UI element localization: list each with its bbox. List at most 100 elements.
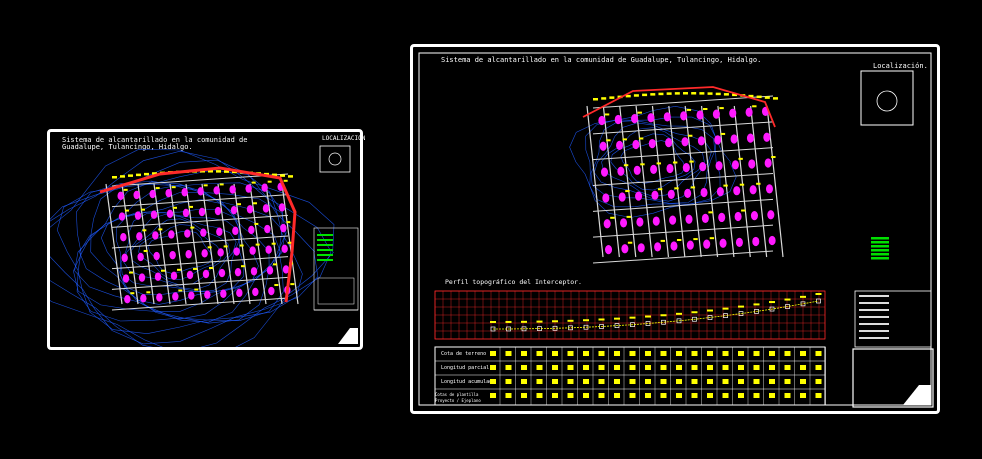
- profile-label: [614, 317, 620, 320]
- profile-table-value: [769, 365, 775, 370]
- elevation-label: [241, 265, 245, 268]
- manhole: [768, 235, 776, 246]
- profile-table-value: [614, 393, 620, 398]
- elevation-label: [771, 156, 776, 159]
- elevation-label: [683, 92, 688, 95]
- manhole: [252, 287, 259, 297]
- manhole: [686, 240, 694, 250]
- profile-table-value: [505, 365, 512, 370]
- manhole: [670, 241, 678, 251]
- profile-table-value: [753, 365, 760, 370]
- profile-table-value: [567, 379, 574, 384]
- manhole: [616, 140, 624, 151]
- manhole: [631, 114, 639, 124]
- elevation-label: [709, 237, 715, 240]
- manhole: [154, 272, 162, 281]
- profile-table-value: [490, 365, 496, 370]
- elevation-label: [723, 93, 729, 96]
- manhole: [181, 188, 188, 197]
- manhole: [278, 203, 286, 212]
- manhole: [716, 186, 724, 197]
- profile-table-value: [490, 379, 496, 384]
- elevation-label: [690, 186, 696, 189]
- manhole: [748, 159, 756, 169]
- manhole: [700, 187, 708, 198]
- manhole: [166, 209, 174, 219]
- elevation-label: [703, 108, 708, 111]
- manhole: [602, 193, 610, 203]
- manhole: [621, 244, 629, 254]
- elevation-label: [676, 238, 682, 241]
- manhole: [663, 112, 671, 122]
- elevation-label: [707, 92, 713, 95]
- manhole: [750, 210, 758, 221]
- elevation-label: [593, 98, 598, 101]
- elevation-label: [719, 107, 724, 110]
- profile-table-value: [691, 379, 698, 384]
- elevation-label: [756, 182, 761, 185]
- profile-label: [753, 303, 760, 306]
- elevation-label: [253, 202, 257, 205]
- street-line: [750, 105, 768, 258]
- manhole: [603, 219, 611, 229]
- elevation-label: [237, 203, 241, 206]
- elevation-label: [609, 96, 615, 99]
- profile-table-value: [784, 379, 791, 384]
- elevation-label: [688, 134, 693, 137]
- elevation-label: [625, 190, 630, 193]
- elevation-label: [190, 226, 195, 229]
- elevation-label: [144, 172, 149, 176]
- manhole: [140, 294, 147, 303]
- manhole: [156, 293, 163, 302]
- manhole: [268, 286, 275, 296]
- manhole: [230, 205, 238, 215]
- sewer-plan-right: [418, 52, 934, 408]
- manhole: [697, 136, 705, 146]
- profile-table-value: [505, 393, 512, 398]
- manhole: [120, 233, 127, 242]
- elevation-label: [650, 93, 656, 96]
- elevation-label: [216, 170, 221, 173]
- manhole: [198, 207, 206, 217]
- street-line: [733, 105, 751, 258]
- manhole: [184, 229, 191, 238]
- manhole: [712, 109, 720, 119]
- elevation-label: [672, 161, 678, 164]
- profile-table-value: [784, 365, 791, 370]
- elevation-label: [130, 292, 135, 295]
- manhole: [168, 230, 175, 239]
- elevation-label: [123, 188, 128, 191]
- manhole: [234, 267, 242, 277]
- manhole: [236, 288, 243, 298]
- manhole: [729, 108, 737, 118]
- manhole: [124, 295, 131, 304]
- profile-table-value: [676, 393, 682, 398]
- profile-label: [645, 315, 651, 318]
- profile-table-value: [676, 379, 682, 384]
- street-line: [201, 183, 219, 305]
- elevation-label: [286, 221, 291, 224]
- street-line: [766, 105, 784, 258]
- manhole: [598, 115, 606, 126]
- manhole: [136, 232, 143, 241]
- elevation-label: [764, 96, 770, 99]
- profile-table-value: [629, 365, 636, 370]
- manhole: [280, 223, 287, 233]
- manhole: [138, 273, 146, 282]
- elevation-label: [171, 186, 176, 189]
- manhole: [764, 158, 772, 168]
- manhole: [731, 160, 739, 170]
- elevation-label: [287, 241, 292, 244]
- profile-label: [490, 321, 496, 323]
- elevation-label: [219, 183, 224, 186]
- legend-item: [317, 239, 333, 241]
- manhole: [281, 244, 288, 253]
- elevation-label: [158, 228, 163, 231]
- profile-table-value: [815, 393, 822, 398]
- profile-label: [707, 309, 713, 312]
- manhole: [202, 269, 210, 279]
- elevation-label: [715, 92, 721, 96]
- manhole: [153, 251, 160, 261]
- manhole: [185, 250, 192, 259]
- legend-item: [871, 245, 889, 248]
